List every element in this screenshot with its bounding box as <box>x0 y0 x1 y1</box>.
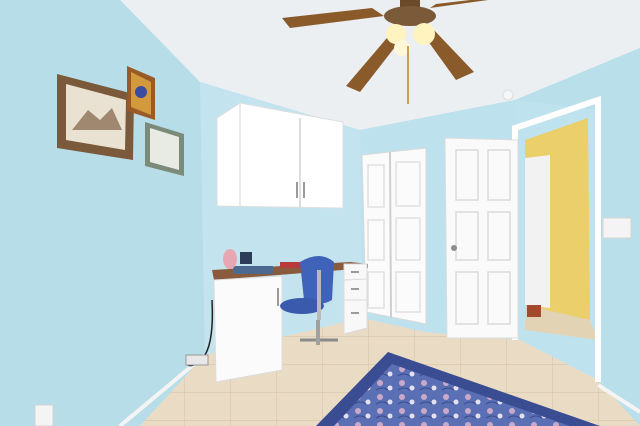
desk-drawers <box>343 263 368 335</box>
room-scene <box>0 0 640 426</box>
closet-bifold-doors <box>361 147 427 325</box>
power-strip <box>185 354 209 366</box>
fan-light <box>413 23 435 45</box>
door-knob <box>451 245 457 251</box>
desk-mat <box>233 266 273 274</box>
wall-outlet <box>34 404 54 426</box>
light-switch <box>602 217 632 239</box>
hallway-door <box>525 155 550 308</box>
smoke-detector <box>502 89 514 101</box>
desk-cabinet <box>213 275 283 383</box>
hallway-mat <box>527 305 541 317</box>
desk-lamp <box>223 249 237 269</box>
wall-cabinet <box>216 102 344 209</box>
left-wall <box>0 0 205 426</box>
photo-frame <box>240 252 252 264</box>
bedroom-office-photo <box>0 0 640 426</box>
